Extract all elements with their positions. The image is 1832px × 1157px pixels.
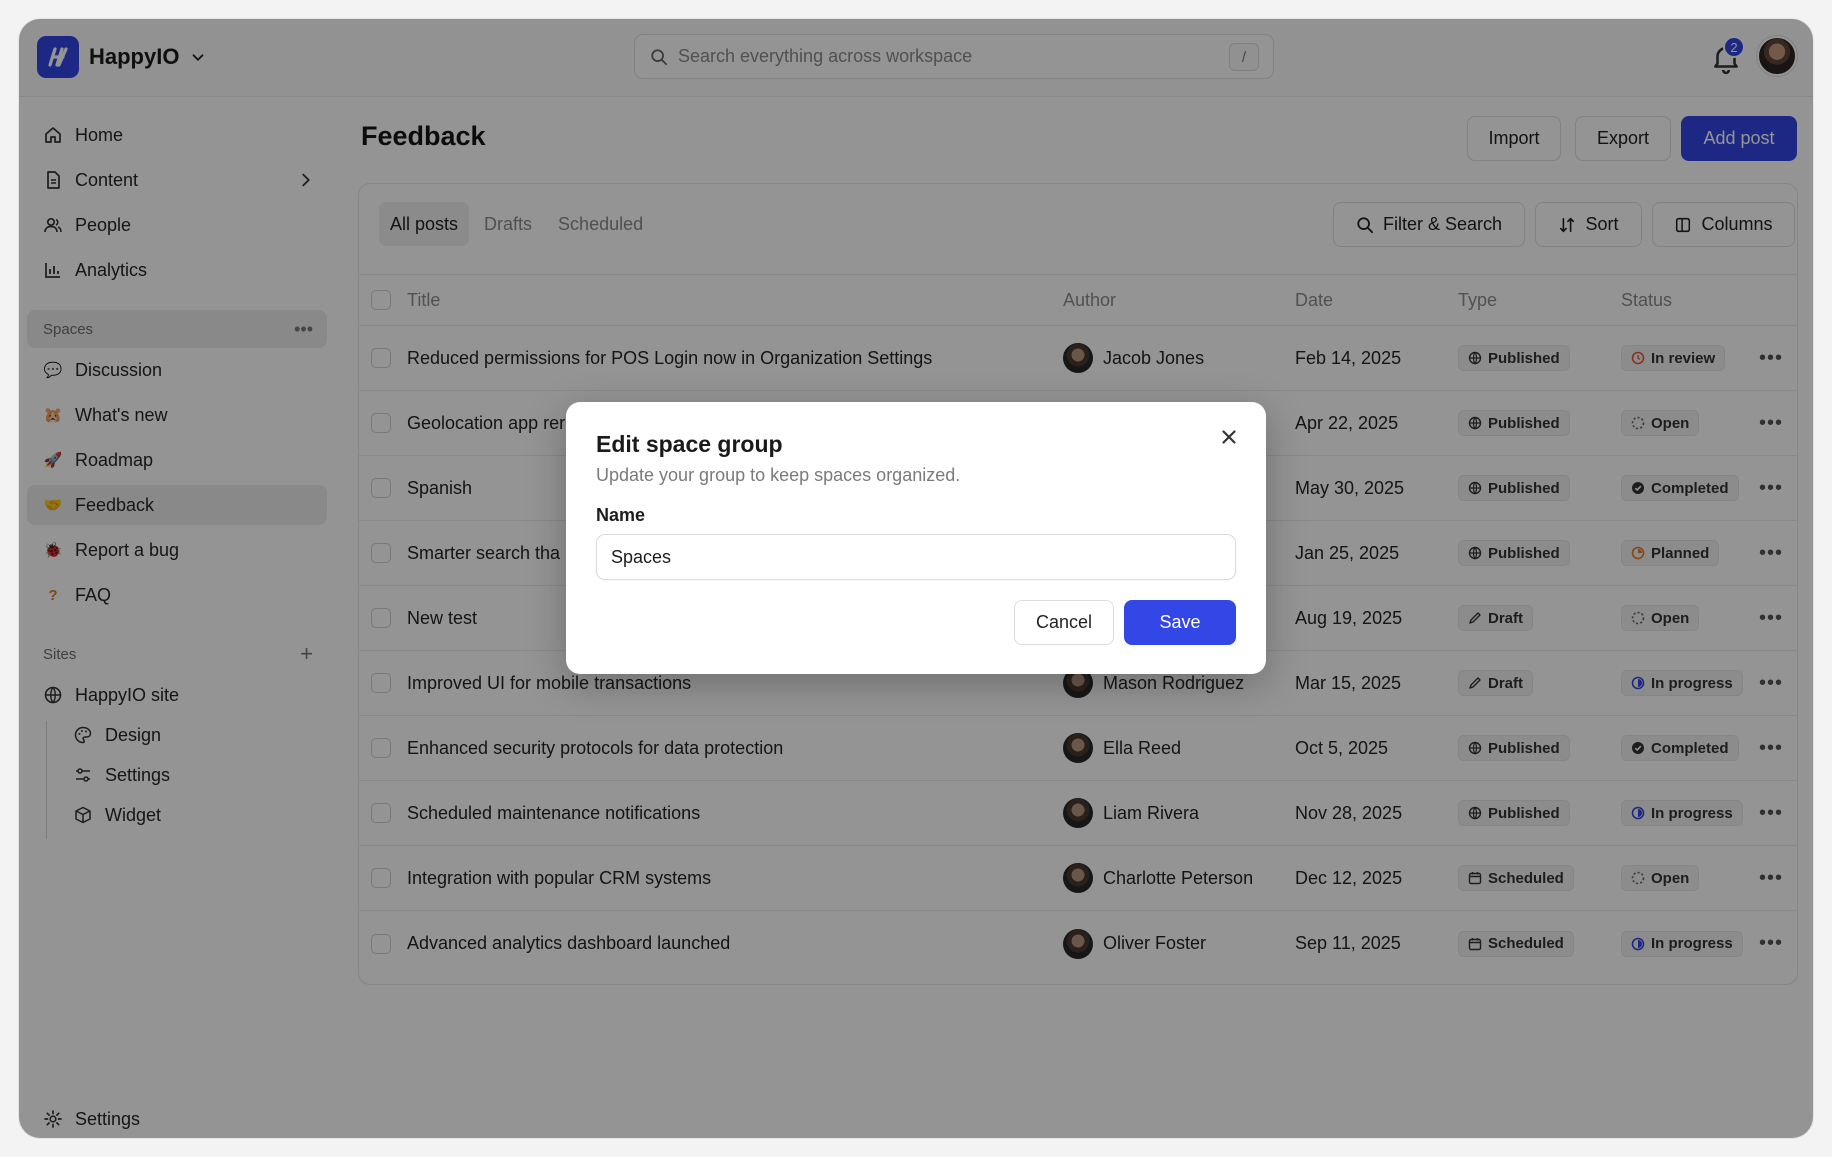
cancel-button[interactable]: Cancel [1014,600,1114,645]
close-icon[interactable] [1218,426,1240,448]
save-button[interactable]: Save [1124,600,1236,645]
dialog-title: Edit space group [596,431,783,457]
name-field-label: Name [596,505,646,525]
dialog-subtitle: Update your group to keep spaces organiz… [596,465,961,485]
edit-space-group-dialog: Edit space group Update your group to ke… [566,402,1266,674]
name-field[interactable]: Spaces [596,534,1236,580]
